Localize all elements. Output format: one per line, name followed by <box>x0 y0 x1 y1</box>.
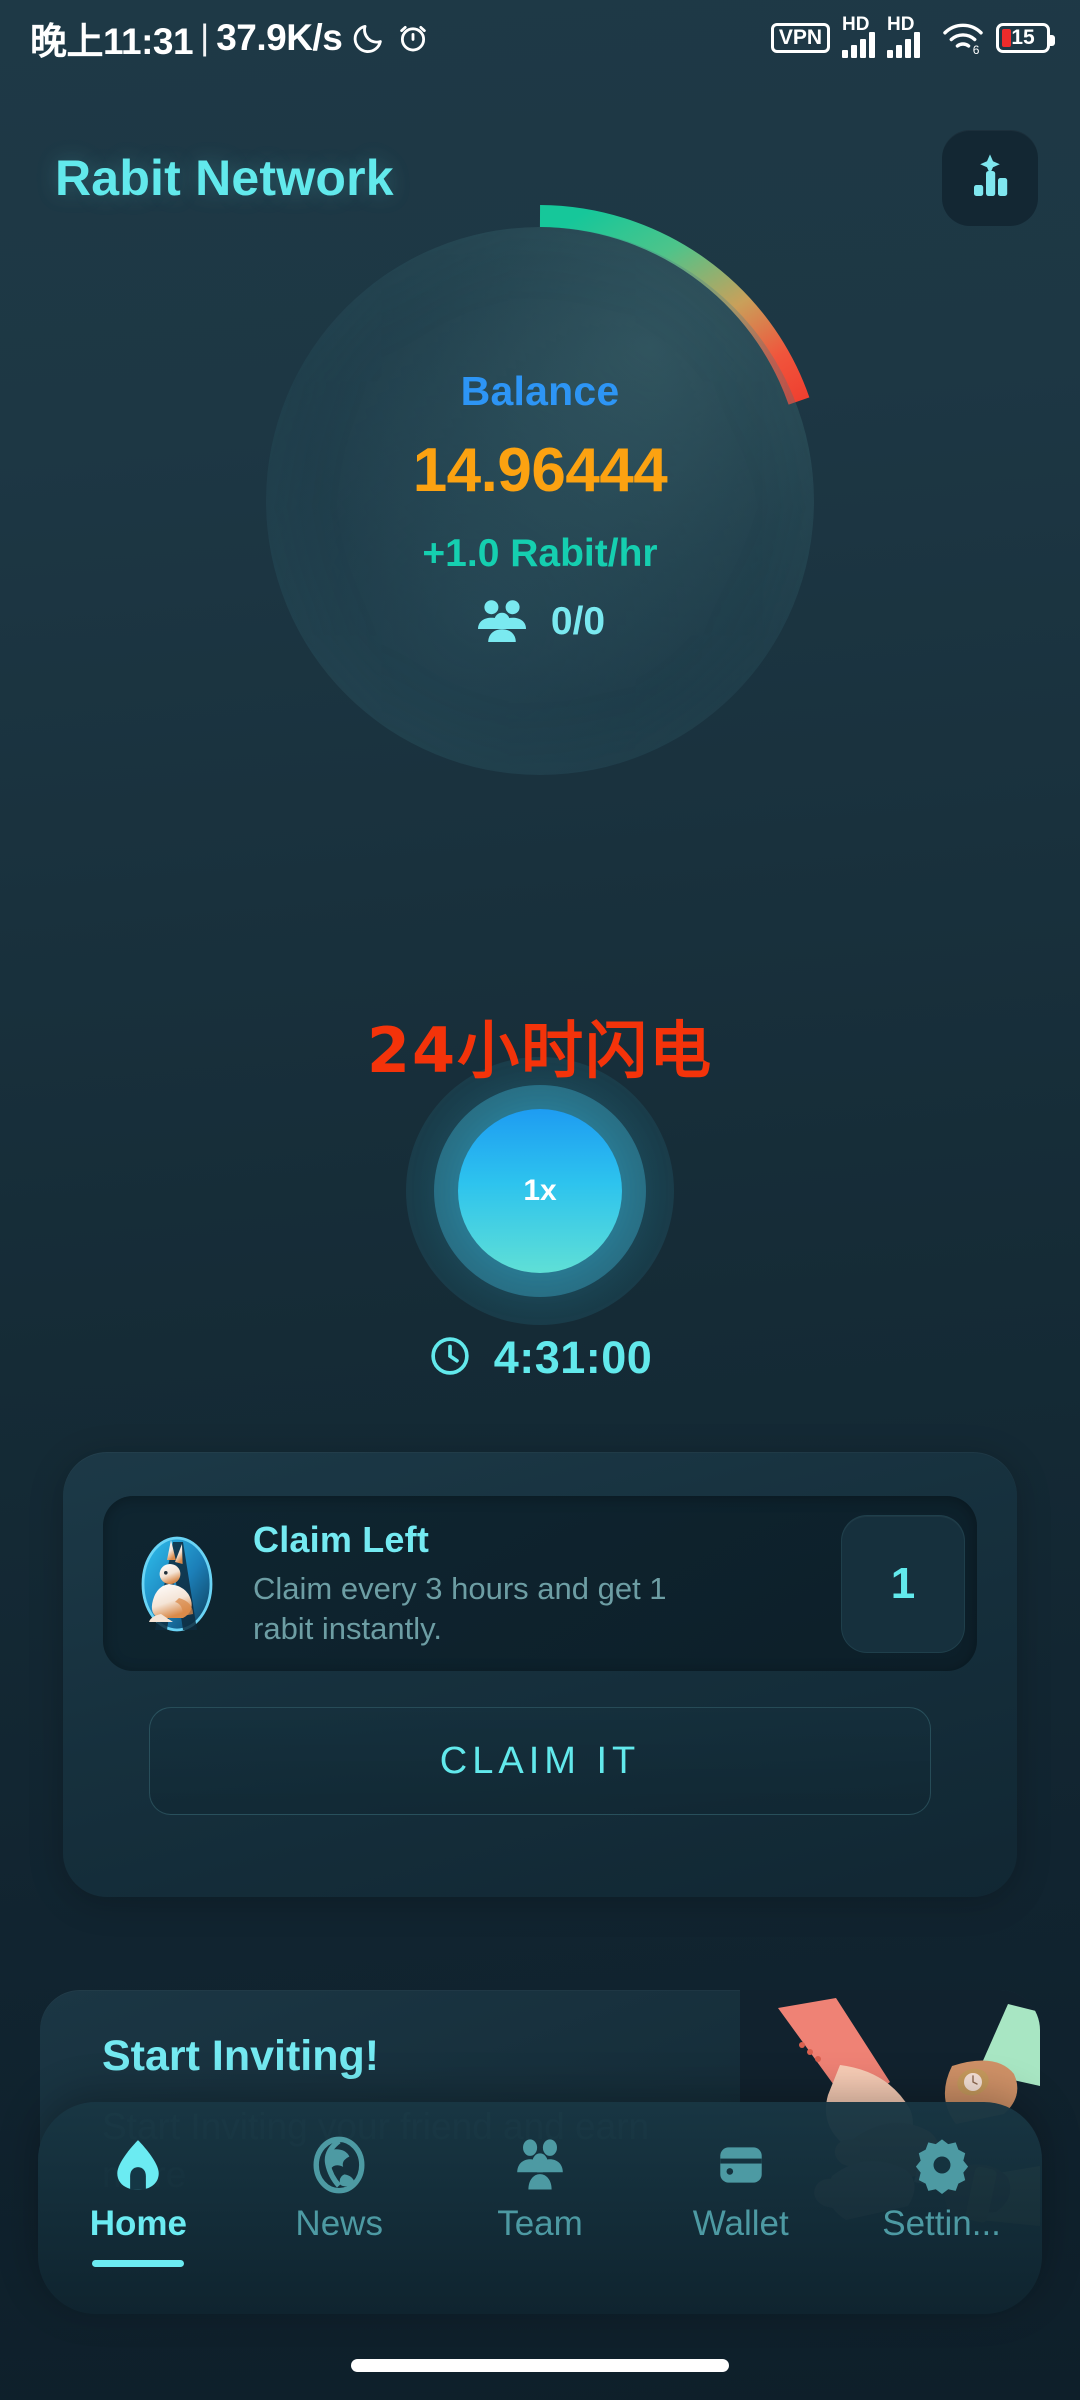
balance-value: 14.96444 <box>412 435 668 505</box>
wifi-6-icon: 6 <box>942 21 984 55</box>
wallet-icon <box>712 2132 770 2198</box>
nav-item-wallet[interactable]: Wallet <box>651 2132 831 2244</box>
globe-icon <box>310 2132 368 2198</box>
nav-item-team[interactable]: Team <box>450 2132 630 2244</box>
team-count: 0/0 <box>550 600 606 643</box>
balance-label: Balance <box>460 367 620 414</box>
claim-text-block: Claim Left Claim every 3 hours and get 1… <box>253 1519 841 1648</box>
earn-rate: +1.0 Rabit/hr <box>422 531 658 575</box>
moon-icon <box>352 21 386 55</box>
status-network-speed: 37.9K/s <box>216 17 343 58</box>
page-title: Rabit Network <box>55 150 394 206</box>
app-screen: 晚上11:31 | 37.9K/s VPN HD HD 6 15 Rabit N… <box>0 0 1080 2400</box>
nav-label-home: Home <box>89 2204 188 2243</box>
status-separator: | <box>200 18 210 57</box>
nav-active-indicator <box>92 2260 185 2267</box>
claim-title: Claim Left <box>253 1518 430 1560</box>
claim-info-row: Claim Left Claim every 3 hours and get 1… <box>103 1496 977 1671</box>
multiplier-core[interactable]: 1x <box>458 1109 622 1273</box>
status-bar: 晚上11:31 | 37.9K/s VPN HD HD 6 15 <box>0 0 1080 76</box>
status-bar-right: VPN HD HD 6 15 <box>770 14 1055 58</box>
home-icon <box>109 2132 167 2198</box>
claim-it-label: CLAIM IT <box>439 1739 641 1782</box>
claim-description: Claim every 3 hours and get 1 rabit inst… <box>253 1570 667 1646</box>
promo-banner-text: 24小时闪电 <box>366 1014 714 1087</box>
status-bar-left: 晚上11:31 | 37.9K/s <box>30 11 430 65</box>
signal-icon-1: HD <box>842 14 875 58</box>
timer-value: 4:31:00 <box>493 1332 653 1383</box>
group-people-icon <box>475 598 529 647</box>
vpn-badge: VPN <box>770 23 830 53</box>
claim-count-value: 1 <box>890 1558 916 1608</box>
nav-label-news: News <box>295 2204 383 2243</box>
nav-item-settings[interactable]: Settin... <box>852 2132 1032 2244</box>
multiplier-button[interactable]: 1x <box>406 1057 674 1325</box>
countdown-timer: 4:31:00 <box>0 1332 1080 1384</box>
invite-title: Start Inviting! <box>102 2032 380 2080</box>
claim-it-button[interactable]: CLAIM IT <box>149 1707 931 1815</box>
nav-label-wallet: Wallet <box>692 2204 789 2243</box>
nav-label-settings: Settin... <box>882 2204 1001 2243</box>
gear-icon <box>913 2132 971 2198</box>
alarm-icon <box>396 21 430 55</box>
bottom-navigation: Home News Team Wallet Settin... <box>38 2102 1042 2314</box>
bar-chart-sparkle-icon <box>962 148 1018 209</box>
rabbit-logo-icon <box>129 1532 225 1636</box>
svg-text:6: 6 <box>973 43 980 55</box>
balance-orb: Balance 14.96444 +1.0 Rabit/hr 0/0 <box>266 227 814 775</box>
signal-icon-2: HD <box>887 14 920 58</box>
hd-label-1: HD <box>842 14 870 35</box>
multiplier-label: 1x <box>523 1174 557 1207</box>
clock-icon <box>428 1334 472 1383</box>
nav-item-news[interactable]: News <box>249 2132 429 2244</box>
claim-count-badge: 1 <box>841 1514 965 1653</box>
status-time: 晚上11:31 <box>30 21 194 62</box>
hd-label-2: HD <box>887 14 915 35</box>
nav-label-team: Team <box>497 2204 583 2243</box>
team-row: 0/0 <box>475 598 605 647</box>
balance-orb-section: Balance 14.96444 +1.0 Rabit/hr 0/0 <box>0 205 1080 775</box>
nav-item-home[interactable]: Home <box>48 2132 228 2267</box>
home-gesture-indicator[interactable] <box>351 2359 729 2372</box>
claim-card: Claim Left Claim every 3 hours and get 1… <box>63 1452 1017 1897</box>
battery-percent: 15 <box>1011 26 1035 49</box>
battery-icon: 15 <box>996 23 1055 53</box>
group-people-icon <box>511 2132 569 2198</box>
